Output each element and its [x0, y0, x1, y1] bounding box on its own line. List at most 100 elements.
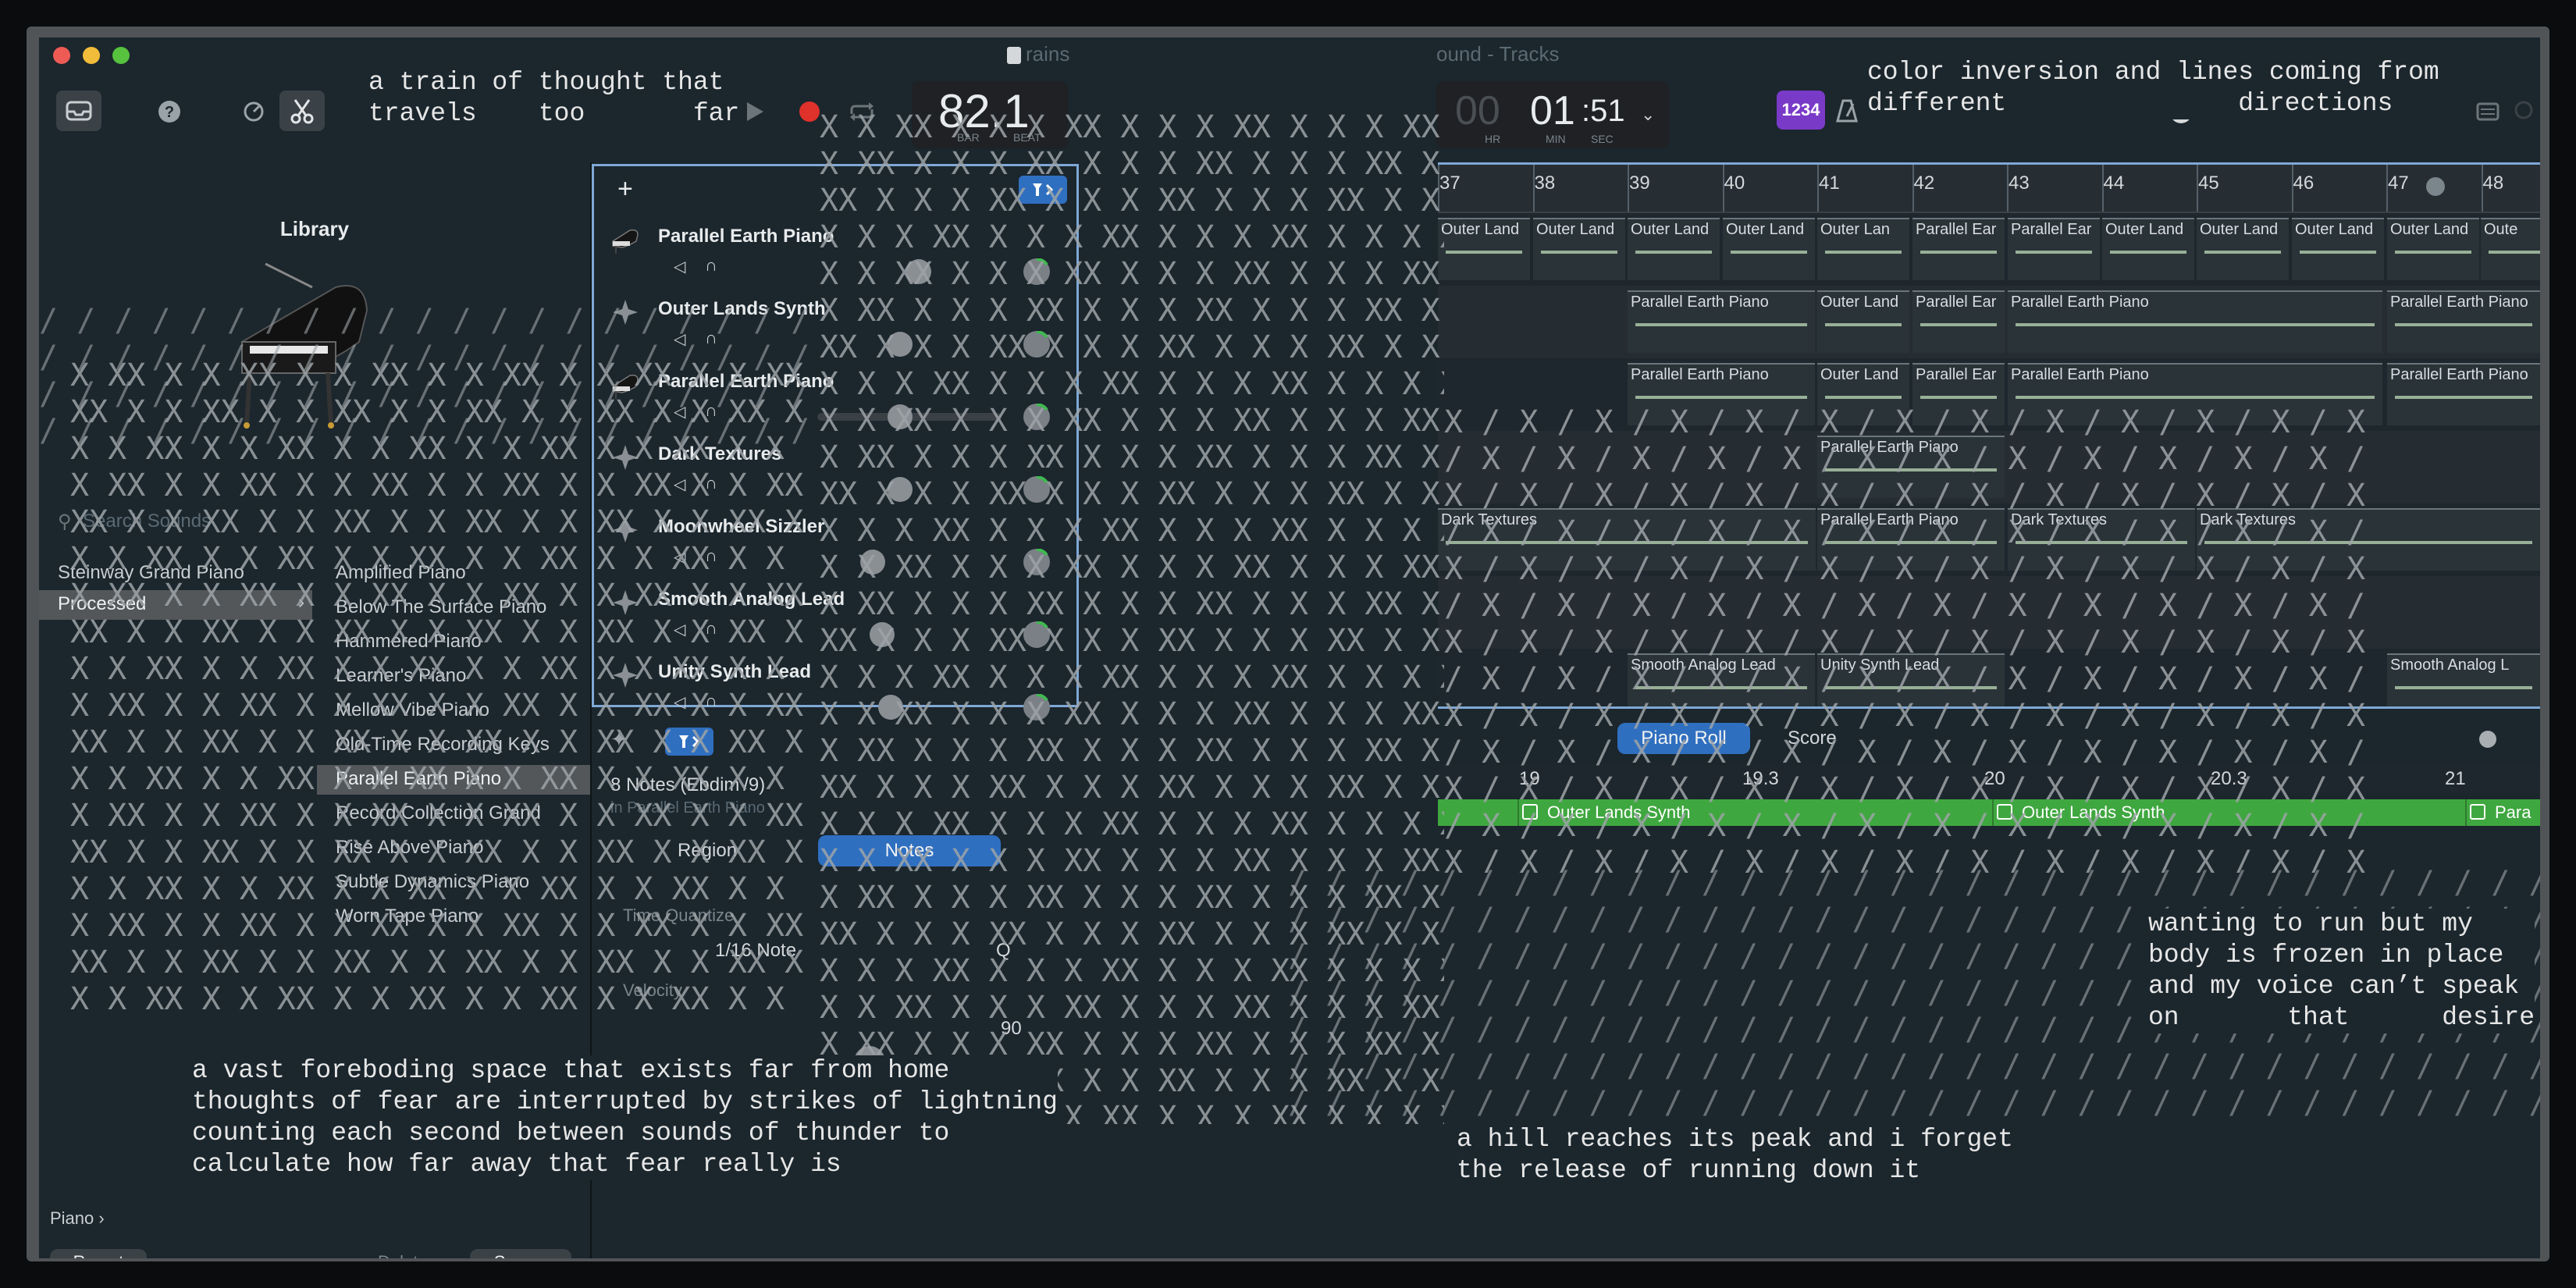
track-header[interactable]: Parallel Earth Piano ◁ ∩	[594, 365, 1076, 435]
track-pan-knob[interactable]	[1023, 621, 1050, 648]
track-region[interactable]: Outer Land	[2197, 218, 2289, 280]
mute-icon[interactable]: ◁	[674, 475, 685, 494]
library-patch-item[interactable]: Subtle Dynamics Piano	[317, 868, 590, 898]
track-volume-thumb[interactable]	[859, 550, 885, 575]
track-region[interactable]: Parallel Ear	[1912, 363, 2005, 425]
track-region[interactable]: Dark Textures	[1438, 508, 1816, 571]
headphones-icon[interactable]: ∩	[705, 691, 717, 711]
library-patch-item[interactable]: Old-Time Recording Keys	[317, 731, 590, 760]
list-editors-button[interactable]	[2475, 100, 2501, 123]
tab-notes[interactable]: Notes	[818, 835, 1001, 866]
cycle-button[interactable]	[845, 98, 879, 125]
headphones-icon[interactable]: ∩	[705, 328, 717, 348]
inspector-filter-button[interactable]	[665, 728, 713, 756]
track-region[interactable]: Outer Land	[1438, 218, 1530, 280]
smart-controls-button[interactable]	[240, 98, 267, 125]
zoom-window-button[interactable]	[112, 47, 130, 64]
track-region[interactable]: Parallel Earth Piano	[1817, 436, 2005, 498]
library-patch-item[interactable]: Amplified Piano	[317, 559, 590, 589]
track-region[interactable]: Smooth Analog Lead	[1628, 653, 1815, 706]
track-header[interactable]: Dark Textures ◁ ∩	[594, 437, 1076, 507]
metronome-button[interactable]	[1833, 97, 1861, 125]
editor-region[interactable]: Para	[2465, 799, 2540, 826]
editor-region[interactable]: Outer Lands Synth	[1992, 799, 2462, 826]
mute-icon[interactable]: ◁	[674, 257, 685, 276]
browser-button[interactable]	[2512, 98, 2539, 125]
editor-zoom-thumb[interactable]	[2479, 731, 2496, 748]
track-volume-slider[interactable]	[817, 703, 1002, 711]
track-pan-knob[interactable]	[1023, 258, 1050, 285]
library-patch-item[interactable]: Mellow Vibe Piano	[317, 696, 590, 726]
tab-score[interactable]: Score	[1788, 728, 1837, 749]
time-quantize-select[interactable]: 1/16 Note	[715, 940, 796, 962]
quick-help-button[interactable]: ?	[156, 98, 183, 125]
track-volume-thumb[interactable]	[888, 404, 913, 429]
track-region[interactable]: Outer Land	[1817, 363, 1909, 425]
editors-button[interactable]	[279, 91, 325, 131]
track-header[interactable]: Outer Lands Synth ◁ ∩	[594, 292, 1076, 362]
minimize-window-button[interactable]	[83, 47, 100, 64]
track-pan-knob[interactable]	[1023, 475, 1050, 503]
track-region[interactable]: Parallel Earth Piano	[2008, 290, 2382, 353]
track-region[interactable]: Outer Land	[2102, 218, 2194, 280]
position-display[interactable]: 82.1 BAR BEAT	[912, 81, 1068, 148]
track-region[interactable]: Parallel Ear	[1912, 290, 2005, 353]
quantize-button[interactable]: Q	[996, 940, 1011, 962]
track-region[interactable]: Parallel Earth Piano	[1817, 508, 2005, 571]
ruler-scroll-thumb[interactable]	[2426, 177, 2445, 196]
headphones-icon[interactable]: ∩	[705, 400, 717, 421]
library-category-steinway[interactable]: Steinway Grand Piano	[39, 559, 312, 589]
headphones-icon[interactable]: ∩	[705, 473, 717, 493]
mute-icon[interactable]: ◁	[674, 402, 685, 422]
library-patch-item[interactable]: Below The Surface Piano	[317, 593, 590, 623]
track-pan-knob[interactable]	[1023, 548, 1050, 575]
library-patch-item[interactable]: Learner's Piano	[317, 662, 590, 692]
track-region[interactable]: Parallel Ear	[2008, 218, 2100, 280]
library-patch-item[interactable]: Rise Above Piano	[317, 834, 590, 863]
library-patch-item[interactable]: Record Collection Grand	[317, 799, 590, 829]
headphones-icon[interactable]: ∩	[705, 255, 717, 276]
save-button[interactable]: Save...	[470, 1249, 571, 1258]
headphones-icon[interactable]: ∩	[705, 618, 717, 639]
library-patch-item[interactable]: Parallel Earth Piano	[317, 765, 590, 795]
play-button[interactable]	[742, 98, 768, 125]
library-search-field[interactable]: ⚲ Search Sounds	[50, 506, 578, 537]
track-pan-knob[interactable]	[1023, 330, 1050, 358]
editor-region[interactable]: Outer Lands Synth	[1517, 799, 1987, 826]
track-region[interactable]: Outer Land	[2387, 218, 2479, 280]
tab-piano-roll[interactable]: Piano Roll	[1617, 723, 1750, 754]
track-region[interactable]: Parallel Earth Piano	[1628, 290, 1815, 353]
revert-button[interactable]: Revert	[50, 1249, 147, 1258]
add-track-button[interactable]: +	[617, 174, 633, 205]
track-volume-slider[interactable]	[817, 631, 1002, 639]
track-filter-button[interactable]	[1019, 176, 1067, 204]
mute-icon[interactable]: ◁	[674, 620, 685, 639]
record-button[interactable]	[796, 98, 823, 125]
library-footer-path[interactable]: Piano ›	[50, 1208, 105, 1229]
track-region[interactable]: Outer Land	[2292, 218, 2384, 280]
track-region[interactable]: Unity Synth Lead	[1817, 653, 2005, 706]
track-region[interactable]: Dark Textures	[2008, 508, 2195, 571]
headphones-icon[interactable]: ∩	[705, 546, 717, 566]
mute-icon[interactable]: ◁	[674, 329, 685, 349]
track-region[interactable]: Parallel Earth Piano	[2387, 290, 2540, 353]
track-region[interactable]: Outer Land	[1723, 218, 1815, 280]
track-region[interactable]: Dark Textures	[2197, 508, 2540, 571]
close-window-button[interactable]	[53, 47, 70, 64]
track-header[interactable]: Moonwheel Sizzler ◁ ∩	[594, 510, 1076, 580]
mute-icon[interactable]: ◁	[674, 547, 685, 567]
track-volume-thumb[interactable]	[906, 259, 931, 284]
track-volume-thumb[interactable]	[888, 332, 913, 357]
track-region[interactable]: Parallel Earth Piano	[2387, 363, 2540, 425]
track-region[interactable]: Parallel Earth Piano	[2008, 363, 2382, 425]
chevron-down-icon[interactable]: ⌄	[1641, 105, 1655, 125]
track-region[interactable]: Smooth Analog L	[2387, 653, 2540, 706]
track-region[interactable]: Outer Land	[1628, 218, 1720, 280]
library-category-processed[interactable]: Processed ›	[39, 590, 312, 620]
mute-icon[interactable]: ◁	[674, 692, 685, 712]
track-volume-thumb[interactable]	[869, 622, 895, 647]
track-header[interactable]: Smooth Analog Lead ◁ ∩	[594, 582, 1076, 653]
track-header[interactable]: Parallel Earth Piano ◁ ∩	[594, 219, 1076, 290]
library-patch-item[interactable]: Hammered Piano	[317, 628, 590, 657]
track-volume-slider[interactable]	[817, 558, 1002, 566]
